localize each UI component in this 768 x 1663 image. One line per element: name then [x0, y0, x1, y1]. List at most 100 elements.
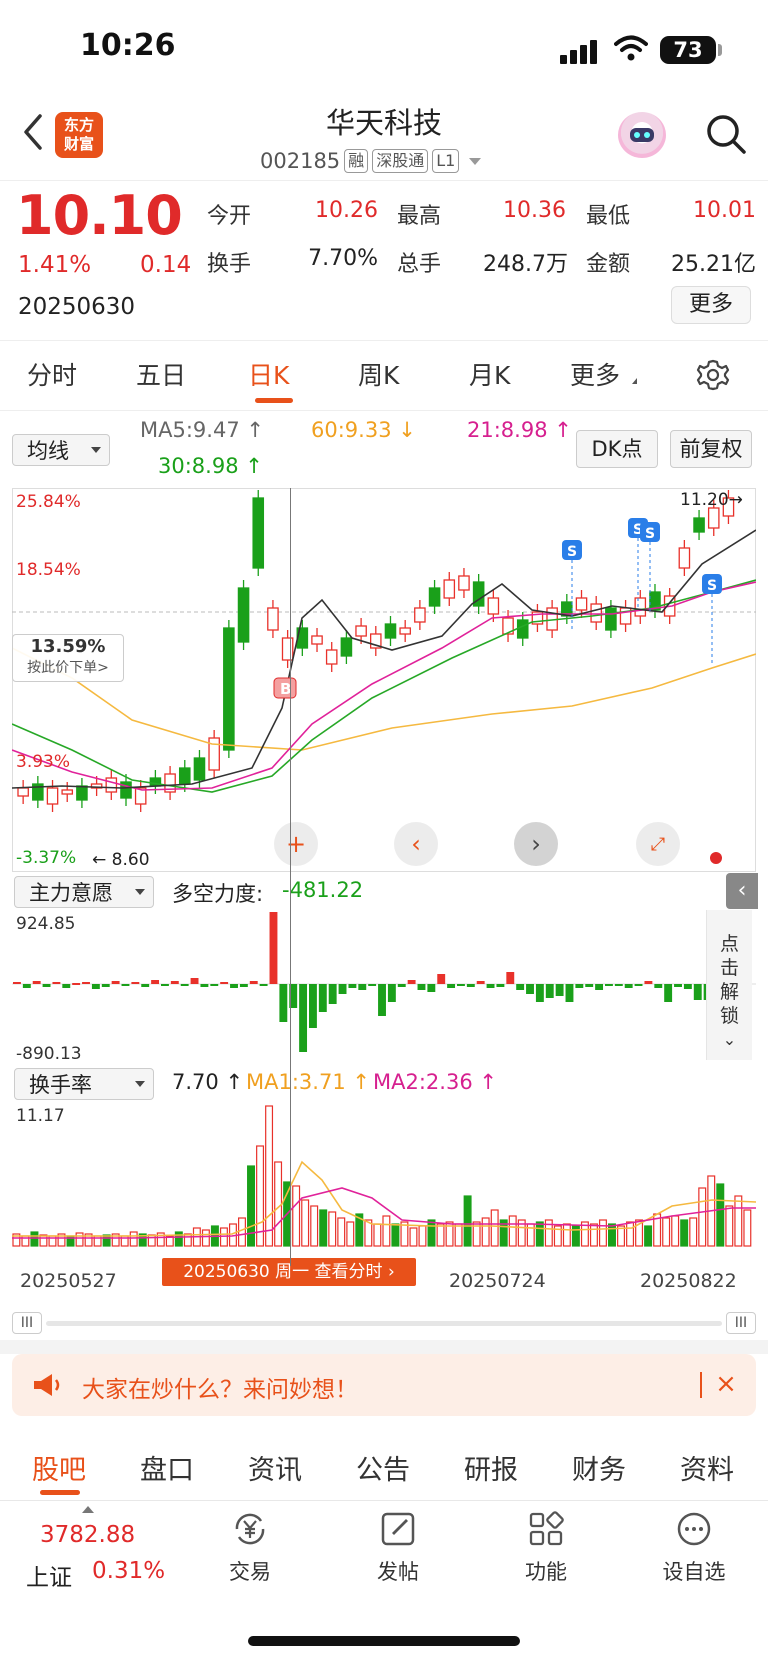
- app-logo: 东方 财富: [55, 112, 103, 158]
- turnover-bar: [328, 1211, 337, 1247]
- tab-five-day[interactable]: 五日: [136, 356, 186, 392]
- tab-daily-k[interactable]: 日K: [248, 356, 289, 392]
- next-button[interactable]: ›: [514, 822, 558, 866]
- indicator1-bar: [565, 984, 574, 1002]
- indicator2-selector-label: 换手率: [29, 1073, 92, 1097]
- ask-banner-text[interactable]: 大家在炒什么？来问妙想！: [82, 1370, 358, 1404]
- date-label-3: 20250822: [640, 1270, 737, 1292]
- low-price-label: ← 8.60: [92, 850, 150, 870]
- turnover-chart[interactable]: [12, 1104, 756, 1270]
- back-icon[interactable]: [18, 112, 48, 152]
- candle-body: [105, 777, 118, 793]
- tab-announcements[interactable]: 公告: [356, 1448, 410, 1487]
- indicator1-bar: [555, 984, 564, 996]
- indicator1-bar: [328, 984, 337, 1004]
- stock-name: 华天科技: [325, 106, 442, 140]
- tab-forum[interactable]: 股吧: [32, 1448, 86, 1487]
- candle-body: [46, 787, 59, 805]
- indicator1-bar: [62, 984, 71, 988]
- turnover-bar: [346, 1221, 355, 1247]
- index-value[interactable]: 3782.88: [40, 1522, 135, 1548]
- fullscreen-button[interactable]: ⤢: [636, 822, 680, 866]
- ma-selector[interactable]: 均线: [12, 434, 110, 466]
- index-percent[interactable]: 0.31%: [92, 1558, 165, 1584]
- nav-trade[interactable]: 交易: [205, 1508, 295, 1586]
- add-drawing-button[interactable]: +: [274, 822, 318, 866]
- indicator1-min: -890.13: [16, 1044, 82, 1064]
- turnover-ma1: MA1:3.71 ↑: [246, 1070, 370, 1094]
- indicator1-bar: [693, 984, 702, 1000]
- collapse-panel-button[interactable]: ‹: [726, 873, 758, 909]
- indicator1-bar: [397, 984, 406, 987]
- turnover-bar: [292, 1185, 301, 1247]
- turnover-bar: [454, 1223, 463, 1247]
- turnover-bar: [490, 1209, 499, 1247]
- candle-body: [458, 575, 470, 591]
- indicator1-bar: [170, 981, 179, 984]
- scroll-handle-right[interactable]: III: [726, 1312, 756, 1334]
- indicator1-bar: [220, 982, 229, 984]
- tag-margin: 融: [344, 149, 369, 173]
- kline-chart[interactable]: BSS SS: [12, 488, 756, 872]
- view-intraday-pill[interactable]: 20250630 周一 查看分时 ›: [162, 1258, 416, 1286]
- candle-body: [237, 587, 250, 643]
- indicator1-bar: [476, 981, 485, 984]
- indicator1-bar: [141, 984, 150, 987]
- search-icon[interactable]: [704, 112, 748, 156]
- date-label-2: 20250724: [449, 1270, 546, 1292]
- home-indicator: [248, 1636, 520, 1646]
- nav-post[interactable]: 发帖: [353, 1508, 443, 1586]
- indicator1-bar: [545, 984, 554, 998]
- tab-orderbook[interactable]: 盘口: [140, 1448, 194, 1487]
- candle-body: [590, 603, 602, 623]
- nav-add-watchlist-label: 设自选: [662, 1560, 726, 1584]
- more-quote-button[interactable]: 更多: [671, 286, 751, 324]
- indicator2-selector[interactable]: 换手率: [14, 1068, 154, 1100]
- adjust-mode-button[interactable]: 前复权: [670, 430, 752, 468]
- tab-news[interactable]: 资讯: [248, 1448, 302, 1487]
- ma21-value: 21:8.98 ↑: [467, 418, 572, 442]
- tab-profile[interactable]: 资料: [680, 1448, 734, 1487]
- bottom-tab-underline: [40, 1490, 80, 1495]
- indicator1-bar: [486, 984, 495, 988]
- candle-body: [325, 649, 338, 665]
- turnover-ma2: MA2:2.36 ↑: [373, 1070, 497, 1094]
- order-price-tag[interactable]: 13.59% 按此价下单>: [12, 634, 124, 682]
- banner-divider: [700, 1372, 702, 1398]
- stock-code-row[interactable]: 002185 融 深股通 L1: [260, 147, 482, 175]
- indicator1-bar: [32, 981, 41, 984]
- indicator1-bar: [575, 984, 584, 988]
- indicator1-bar: [506, 972, 515, 984]
- sell-marker-label: S: [567, 544, 577, 560]
- tab-financials[interactable]: 财务: [572, 1448, 626, 1487]
- wifi-icon: [614, 35, 648, 61]
- tab-more[interactable]: 更多: [570, 356, 620, 392]
- assistant-avatar-icon[interactable]: [618, 112, 666, 158]
- indicator1-value: -481.22: [282, 878, 364, 902]
- tab-monthly-k[interactable]: 月K: [469, 356, 510, 392]
- unlock-panel[interactable]: 点 击 解 锁 ⌄: [706, 910, 752, 1060]
- indicator1-bar: [309, 984, 317, 1028]
- dk-point-button[interactable]: DK点: [576, 430, 658, 468]
- gear-icon[interactable]: [696, 358, 730, 392]
- indicator1-chart[interactable]: [12, 912, 756, 1064]
- bottom-divider: [0, 1500, 768, 1501]
- index-name[interactable]: 上证: [26, 1558, 72, 1592]
- indicator1-bar: [664, 984, 673, 1002]
- indicator1-bar: [91, 984, 100, 989]
- scroll-handle-left[interactable]: III: [12, 1312, 42, 1334]
- low-value: 10.01: [693, 198, 756, 223]
- prev-button[interactable]: ‹: [394, 822, 438, 866]
- candle-body: [384, 623, 397, 639]
- tab-intraday[interactable]: 分时: [27, 356, 77, 392]
- turnover-value: 7.70%: [308, 246, 378, 271]
- close-icon[interactable]: ×: [714, 1370, 738, 1398]
- tab-weekly-k[interactable]: 周K: [358, 356, 399, 392]
- indicator1-selector[interactable]: 主力意愿: [14, 876, 154, 908]
- nav-add-watchlist[interactable]: 设自选: [649, 1508, 739, 1586]
- chart-scrollbar[interactable]: III III: [12, 1312, 756, 1334]
- turnover-bar: [535, 1221, 544, 1247]
- tag-level: L1: [432, 149, 460, 173]
- tab-research[interactable]: 研报: [464, 1448, 518, 1487]
- nav-functions[interactable]: 功能: [501, 1508, 591, 1586]
